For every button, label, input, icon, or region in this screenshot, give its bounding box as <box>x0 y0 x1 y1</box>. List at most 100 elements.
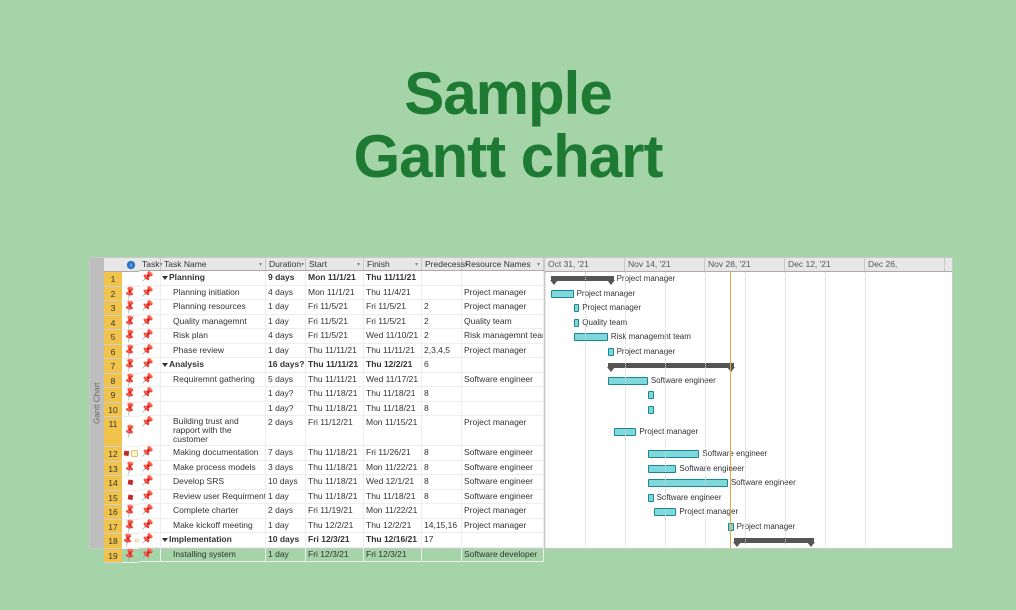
task-name-cell[interactable] <box>161 387 266 401</box>
table-row[interactable]: 📌 Implementation 10 days Fri 12/3/21 Thu… <box>139 533 544 548</box>
task-mode-cell[interactable]: 📌 <box>139 519 161 533</box>
resource-cell[interactable]: Software engineer <box>462 490 544 504</box>
row-id[interactable]: 1 <box>104 272 122 287</box>
task-name-cell[interactable]: Risk plan <box>161 329 266 343</box>
finish-cell[interactable]: Thu 11/11/21 <box>364 271 422 285</box>
predecessors-cell[interactable]: 2 <box>422 329 462 343</box>
start-cell[interactable]: Mon 11/1/21 <box>306 286 364 300</box>
duration-cell[interactable]: 10 days <box>266 475 306 489</box>
start-cell[interactable]: Thu 11/18/21 <box>306 490 364 504</box>
start-cell[interactable]: Thu 12/2/21 <box>306 519 364 533</box>
task-name-cell[interactable]: Develop SRS <box>161 475 266 489</box>
start-cell[interactable]: Thu 11/11/21 <box>306 358 364 372</box>
task-mode-cell[interactable]: 📌 <box>139 416 161 445</box>
duration-cell[interactable]: 16 days? <box>266 358 306 372</box>
row-id[interactable]: 13 <box>104 462 122 477</box>
task-bar[interactable] <box>574 319 580 327</box>
row-id[interactable]: 14 <box>104 476 122 491</box>
row-id[interactable]: 9 <box>104 388 122 403</box>
predecessors-cell[interactable]: 8 <box>422 402 462 416</box>
start-cell[interactable]: Thu 11/18/21 <box>306 461 364 475</box>
col-start[interactable]: Start <box>306 258 364 270</box>
task-mode-cell[interactable]: 📌 <box>139 373 161 387</box>
finish-cell[interactable]: Wed 12/1/21 <box>364 475 422 489</box>
row-id[interactable]: 12 <box>104 447 122 462</box>
predecessors-cell[interactable]: 17 <box>422 533 462 547</box>
start-cell[interactable]: Thu 11/18/21 <box>306 402 364 416</box>
task-mode-cell[interactable]: 📌 <box>139 387 161 401</box>
task-name-cell[interactable]: Implementation <box>161 533 266 547</box>
resource-cell[interactable] <box>462 533 544 547</box>
resource-cell[interactable] <box>462 387 544 401</box>
duration-cell[interactable]: 1 day <box>266 548 306 562</box>
predecessors-cell[interactable] <box>422 271 462 285</box>
row-id[interactable]: 10 <box>104 403 122 418</box>
row-id[interactable]: 2 <box>104 287 122 302</box>
task-mode-cell[interactable]: 📌 <box>139 461 161 475</box>
duration-cell[interactable]: 2 days <box>266 416 306 445</box>
task-name-cell[interactable]: Make process models <box>161 461 266 475</box>
task-bar[interactable] <box>648 391 654 399</box>
duration-cell[interactable]: 1 day <box>266 315 306 329</box>
task-name-cell[interactable]: Making documentation <box>161 446 266 460</box>
row-id[interactable]: 8 <box>104 374 122 389</box>
start-cell[interactable]: Fri 11/5/21 <box>306 315 364 329</box>
row-id[interactable]: 6 <box>104 345 122 360</box>
task-name-cell[interactable]: Planning initiation <box>161 286 266 300</box>
task-name-cell[interactable]: Quality managemnt <box>161 315 266 329</box>
resource-cell[interactable]: Risk managemnt team <box>462 329 544 343</box>
task-mode-cell[interactable]: 📌 <box>139 402 161 416</box>
task-bar[interactable] <box>648 494 654 502</box>
table-row[interactable]: 📌 1 day? Thu 11/18/21 Thu 11/18/21 8 <box>139 402 544 417</box>
finish-cell[interactable]: Thu 12/16/21 <box>364 533 422 547</box>
task-mode-cell[interactable]: 📌 <box>139 271 161 285</box>
col-resources[interactable]: Resource Names <box>462 258 544 270</box>
task-bar[interactable] <box>648 479 728 487</box>
task-mode-cell[interactable]: 📌 <box>139 548 161 562</box>
task-mode-cell[interactable]: 📌 <box>139 533 161 547</box>
resource-cell[interactable]: Project manager <box>462 519 544 533</box>
resource-cell[interactable]: Software engineer <box>462 461 544 475</box>
resource-cell[interactable]: Software developer <box>462 548 544 562</box>
table-row[interactable]: 📌 Analysis 16 days? Thu 11/11/21 Thu 12/… <box>139 358 544 373</box>
finish-cell[interactable]: Thu 11/18/21 <box>364 387 422 401</box>
task-bar[interactable] <box>574 333 608 341</box>
duration-cell[interactable]: 7 days <box>266 446 306 460</box>
finish-cell[interactable]: Fri 11/5/21 <box>364 315 422 329</box>
col-duration[interactable]: Duration <box>266 258 306 270</box>
duration-cell[interactable]: 1 day <box>266 490 306 504</box>
task-bar[interactable] <box>574 304 580 312</box>
finish-cell[interactable]: Fri 11/5/21 <box>364 300 422 314</box>
duration-cell[interactable]: 1 day <box>266 519 306 533</box>
finish-cell[interactable]: Thu 12/2/21 <box>364 519 422 533</box>
predecessors-cell[interactable]: 6 <box>422 358 462 372</box>
resource-cell[interactable]: Software engineer <box>462 475 544 489</box>
start-cell[interactable]: Fri 11/12/21 <box>306 416 364 445</box>
duration-cell[interactable]: 1 day <box>266 300 306 314</box>
resource-cell[interactable]: Project manager <box>462 300 544 314</box>
resource-cell[interactable]: Quality team <box>462 315 544 329</box>
task-mode-cell[interactable]: 📌 <box>139 286 161 300</box>
predecessors-cell[interactable]: 2,3,4,5 <box>422 344 462 358</box>
table-row[interactable]: 📌 Review user Requirments 1 day Thu 11/1… <box>139 490 544 505</box>
resource-cell[interactable] <box>462 402 544 416</box>
expand-icon[interactable] <box>162 363 168 367</box>
resource-cell[interactable]: Software engineer <box>462 373 544 387</box>
task-name-cell[interactable]: Make kickoff meeting <box>161 519 266 533</box>
table-row[interactable]: 📌 Make process models 3 days Thu 11/18/2… <box>139 461 544 476</box>
start-cell[interactable]: Mon 11/1/21 <box>306 271 364 285</box>
resource-cell[interactable] <box>462 358 544 372</box>
task-mode-cell[interactable]: 📌 <box>139 344 161 358</box>
task-name-cell[interactable]: Requiremnt gathering <box>161 373 266 387</box>
sidebar-gantt-tab[interactable]: Gantt Chart <box>90 258 104 548</box>
start-cell[interactable]: Thu 11/11/21 <box>306 373 364 387</box>
duration-cell[interactable]: 4 days <box>266 329 306 343</box>
task-name-cell[interactable] <box>161 402 266 416</box>
start-cell[interactable]: Thu 11/18/21 <box>306 475 364 489</box>
duration-cell[interactable]: 1 day? <box>266 387 306 401</box>
predecessors-cell[interactable]: 8 <box>422 446 462 460</box>
predecessors-cell[interactable] <box>422 504 462 518</box>
finish-cell[interactable]: Mon 11/22/21 <box>364 504 422 518</box>
duration-cell[interactable]: 10 days <box>266 533 306 547</box>
row-id[interactable]: 4 <box>104 316 122 331</box>
